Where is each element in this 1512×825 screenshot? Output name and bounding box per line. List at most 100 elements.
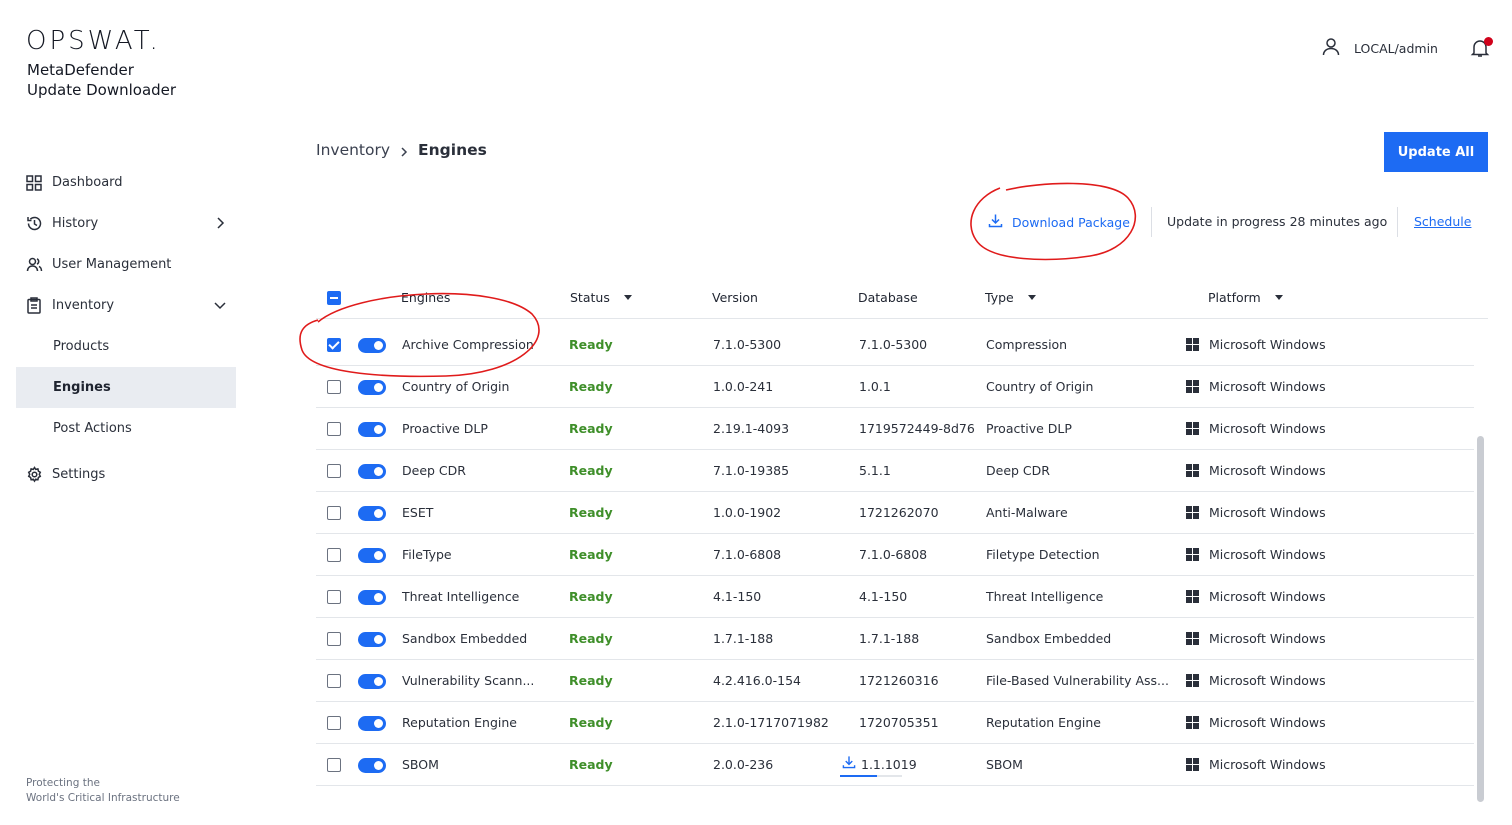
sidebar-item-label: Dashboard bbox=[52, 175, 123, 190]
table-row[interactable]: FileType Ready 7.1.0-6808 7.1.0-6808 Filetyp… bbox=[316, 534, 1474, 576]
engine-type: File-Based Vulnerability Ass... bbox=[986, 673, 1169, 688]
engine-enable-toggle[interactable] bbox=[358, 548, 386, 563]
engine-enable-toggle[interactable] bbox=[358, 380, 386, 395]
table-row[interactable]: Country of Origin Ready 1.0.0-241 1.0.1 Coun… bbox=[316, 366, 1474, 408]
sidebar-item-products[interactable]: Products bbox=[16, 326, 236, 367]
engine-database: 1719572449-8d76 bbox=[859, 421, 975, 436]
table-row[interactable]: Reputation Engine Ready 2.1.0-1717071982 17… bbox=[316, 702, 1474, 744]
update-progress-label: Update in progress bbox=[1167, 214, 1286, 229]
engine-version: 1.0.0-1902 bbox=[713, 505, 782, 520]
row-checkbox[interactable] bbox=[327, 716, 341, 730]
sidebar-item-settings[interactable]: Settings bbox=[16, 454, 236, 495]
column-header-status[interactable]: Status bbox=[570, 290, 632, 305]
engine-version: 4.1-150 bbox=[713, 589, 762, 604]
engine-platform: Microsoft Windows bbox=[1209, 757, 1326, 772]
table-row[interactable]: Threat Intelligence Ready 4.1-150 4.1-150 Th… bbox=[316, 576, 1474, 618]
row-checkbox[interactable] bbox=[327, 338, 341, 352]
engine-enable-toggle[interactable] bbox=[358, 632, 386, 647]
windows-icon bbox=[1186, 338, 1200, 352]
column-label: Status bbox=[570, 290, 610, 305]
caret-down-icon bbox=[623, 295, 632, 300]
engine-enable-toggle[interactable] bbox=[358, 338, 386, 353]
table-row[interactable]: Sandbox Embedded Ready 1.7.1-188 1.7.1-188 S… bbox=[316, 618, 1474, 660]
user-icon bbox=[1322, 37, 1340, 59]
table-row[interactable]: SBOM Ready 2.0.0-236 1.1.1019 SBOM Microsoft … bbox=[316, 744, 1474, 786]
windows-icon bbox=[1186, 548, 1200, 562]
row-checkbox[interactable] bbox=[327, 464, 341, 478]
engine-enable-toggle[interactable] bbox=[358, 506, 386, 521]
download-package-label: Download Package bbox=[1012, 214, 1130, 230]
engine-status: Ready bbox=[569, 463, 613, 478]
engine-enable-toggle[interactable] bbox=[358, 464, 386, 479]
engine-database: 7.1.0-5300 bbox=[859, 337, 928, 352]
row-checkbox[interactable] bbox=[327, 674, 341, 688]
schedule-link[interactable]: Schedule bbox=[1414, 214, 1471, 229]
engine-type: Proactive DLP bbox=[986, 421, 1072, 436]
engine-platform: Microsoft Windows bbox=[1209, 715, 1326, 730]
sidebar-item-dashboard[interactable]: Dashboard bbox=[16, 162, 236, 203]
engine-type: Filetype Detection bbox=[986, 547, 1100, 562]
engine-name: Vulnerability Scann... bbox=[402, 673, 535, 688]
row-checkbox[interactable] bbox=[327, 548, 341, 562]
select-all-checkbox[interactable] bbox=[327, 291, 341, 305]
engine-enable-toggle[interactable] bbox=[358, 674, 386, 689]
engine-enable-toggle[interactable] bbox=[358, 758, 386, 773]
progress-fill bbox=[840, 775, 877, 777]
breadcrumb-parent[interactable]: Inventory bbox=[316, 141, 390, 159]
opswat-logo[interactable]: OPSWAT. bbox=[26, 26, 161, 56]
database-download-progress bbox=[840, 752, 904, 780]
engine-status: Ready bbox=[569, 337, 613, 352]
table-row[interactable]: Archive Compression Ready 7.1.0-5300 7.1.0-… bbox=[316, 324, 1474, 366]
engine-database: 7.1.0-6808 bbox=[859, 547, 928, 562]
notification-dot bbox=[1484, 37, 1493, 46]
users-icon bbox=[25, 256, 43, 274]
table-row[interactable]: ESET Ready 1.0.0-1902 1721262070 Anti-Malwar… bbox=[316, 492, 1474, 534]
row-checkbox[interactable] bbox=[327, 422, 341, 436]
row-checkbox[interactable] bbox=[327, 758, 341, 772]
engine-enable-toggle[interactable] bbox=[358, 716, 386, 731]
user-name: LOCAL/admin bbox=[1354, 40, 1438, 56]
engine-status: Ready bbox=[569, 673, 613, 688]
download-package-button[interactable]: Download Package bbox=[988, 213, 1130, 231]
clipboard-icon bbox=[25, 297, 43, 315]
engine-name: Threat Intelligence bbox=[402, 589, 520, 604]
engine-enable-toggle[interactable] bbox=[358, 422, 386, 437]
engine-enable-toggle[interactable] bbox=[358, 590, 386, 605]
table-row[interactable]: Proactive DLP Ready 2.19.1-4093 1719572449-… bbox=[316, 408, 1474, 450]
engine-platform: Microsoft Windows bbox=[1209, 547, 1326, 562]
engine-status: Ready bbox=[569, 379, 613, 394]
sidebar-item-engines[interactable]: Engines bbox=[16, 367, 236, 408]
table-row[interactable]: Deep CDR Ready 7.1.0-19385 5.1.1 Deep CDR Mic… bbox=[316, 450, 1474, 492]
engines-table-header: Engines Status Version Database Type Pla… bbox=[316, 280, 1488, 319]
table-scrollbar[interactable] bbox=[1477, 436, 1484, 802]
row-checkbox[interactable] bbox=[327, 590, 341, 604]
engine-type: Compression bbox=[986, 337, 1068, 352]
column-header-platform[interactable]: Platform bbox=[1208, 290, 1283, 305]
engine-name: FileType bbox=[402, 547, 452, 562]
engine-status: Ready bbox=[569, 715, 613, 730]
product-name: MetaDefender Update Downloader bbox=[27, 60, 227, 100]
table-row[interactable]: Vulnerability Scann... Ready 4.2.416.0-154… bbox=[316, 660, 1474, 702]
column-header-type[interactable]: Type bbox=[985, 290, 1036, 305]
sidebar-item-post-actions[interactable]: Post Actions bbox=[16, 408, 236, 449]
sidebar-item-inventory[interactable]: Inventory bbox=[16, 285, 236, 326]
engine-version: 2.19.1-4093 bbox=[713, 421, 790, 436]
caret-down-icon bbox=[1274, 295, 1283, 300]
engine-version: 7.1.0-5300 bbox=[713, 337, 782, 352]
update-all-button[interactable]: Update All bbox=[1384, 132, 1488, 172]
tagline-line2: World's Critical Infrastructure bbox=[26, 792, 180, 804]
row-checkbox[interactable] bbox=[327, 632, 341, 646]
engine-platform: Microsoft Windows bbox=[1209, 673, 1326, 688]
user-menu[interactable]: LOCAL/admin bbox=[1322, 37, 1438, 59]
engine-platform: Microsoft Windows bbox=[1209, 631, 1326, 646]
windows-icon bbox=[1186, 506, 1200, 520]
engine-name: SBOM bbox=[402, 757, 439, 772]
sidebar-item-label: Settings bbox=[52, 467, 106, 482]
row-checkbox[interactable] bbox=[327, 506, 341, 520]
column-label: Platform bbox=[1208, 290, 1261, 305]
engine-platform: Microsoft Windows bbox=[1209, 379, 1326, 394]
engine-database: 1720705351 bbox=[859, 715, 939, 730]
row-checkbox[interactable] bbox=[327, 380, 341, 394]
sidebar-item-user-management[interactable]: User Management bbox=[16, 244, 236, 285]
column-label: Database bbox=[858, 290, 918, 305]
